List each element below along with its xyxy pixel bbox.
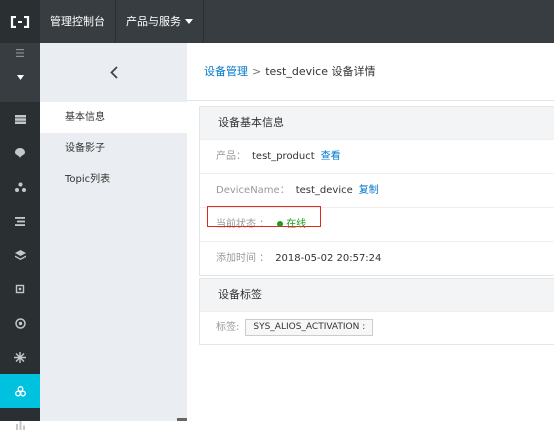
menu-icon[interactable] [16, 49, 24, 57]
rail-item-chip[interactable] [0, 272, 40, 306]
sidebar-item-device-shadow[interactable]: 设备影子 [40, 133, 187, 164]
breadcrumb: 设备管理 > test_device 设备详情 [187, 43, 554, 101]
rail-item-cluster[interactable] [0, 170, 40, 204]
list-icon [15, 216, 25, 226]
added-time-row: 添加时间 ： 2018-05-02 20:57:24 [200, 241, 554, 275]
rail-item-layers[interactable] [0, 238, 40, 272]
chart-icon [15, 421, 25, 430]
rail-item-bulb[interactable] [0, 136, 40, 170]
cluster-icon [14, 182, 26, 192]
chip-icon [15, 284, 25, 294]
device-detail-sidebar: 基本信息 设备影子 Topic列表 [40, 43, 187, 421]
added-time-value: 2018-05-02 20:57:24 [275, 253, 382, 264]
tags-row: 标签: SYS_ALIOS_ACTIVATION : [200, 311, 554, 344]
product-label: 产品： [216, 151, 246, 162]
main-content: 设备管理 > test_device 设备详情 设备基本信息 产品： test_pro… [187, 43, 554, 421]
product-icon-rail [0, 43, 40, 430]
console-home-link[interactable]: 管理控制台 [40, 0, 116, 43]
sidebar-item-basic-info[interactable]: 基本信息 [40, 102, 187, 133]
device-tags-title: 设备标签 [200, 279, 554, 311]
copy-device-name-link[interactable]: 复制 [359, 185, 379, 196]
device-name-label: DeviceName： [216, 185, 290, 196]
caret-down-icon[interactable] [16, 75, 24, 80]
added-time-label: 添加时间 ： [216, 253, 270, 264]
tag-chip[interactable]: SYS_ALIOS_ACTIVATION : [245, 318, 374, 336]
layers-icon [14, 250, 26, 260]
products-services-label: 产品与服务 [126, 15, 181, 28]
chevron-left-icon [109, 66, 118, 79]
grid-icon [14, 114, 26, 124]
device-name-value: test_device [295, 185, 353, 196]
device-name-row: DeviceName： test_device 复制 [200, 173, 554, 207]
rail-item-chart[interactable] [0, 408, 40, 442]
rail-item-target[interactable] [0, 306, 40, 340]
view-product-link[interactable]: 查看 [321, 151, 341, 162]
device-tags-panel: 设备标签 标签: SYS_ALIOS_ACTIVATION : [199, 278, 554, 345]
product-row: 产品： test_product 查看 [200, 139, 554, 173]
status-highlight-box [207, 206, 321, 227]
basic-info-title: 设备基本信息 [200, 107, 554, 139]
rail-item-grid[interactable] [0, 102, 40, 136]
top-navigation-bar: 管理控制台 产品与服务 [0, 0, 554, 43]
tags-label: 标签: [216, 322, 240, 333]
sidebar-item-topic-list[interactable]: Topic列表 [40, 164, 187, 195]
iot-icon [14, 385, 26, 396]
target-icon [14, 317, 26, 329]
aliyun-logo-icon[interactable] [0, 0, 40, 43]
rail-item-list[interactable] [0, 204, 40, 238]
basic-info-panel: 设备基本信息 产品： test_product 查看 DeviceName： test… [199, 106, 554, 276]
rail-item-asterisk[interactable] [0, 340, 40, 374]
breadcrumb-device-management-link[interactable]: 设备管理 [204, 65, 248, 78]
breadcrumb-current-page: test_device 设备详情 [265, 65, 376, 78]
breadcrumb-separator: > [252, 65, 262, 78]
rail-toggle-area [0, 43, 40, 102]
rail-item-iot[interactable] [0, 374, 40, 408]
product-value: test_product [252, 151, 315, 162]
collapse-sidebar-button[interactable] [40, 43, 187, 102]
asterisk-icon [14, 351, 26, 363]
products-services-menu[interactable]: 产品与服务 [116, 0, 204, 43]
bulb-icon [15, 148, 25, 158]
chevron-down-icon [185, 19, 193, 24]
